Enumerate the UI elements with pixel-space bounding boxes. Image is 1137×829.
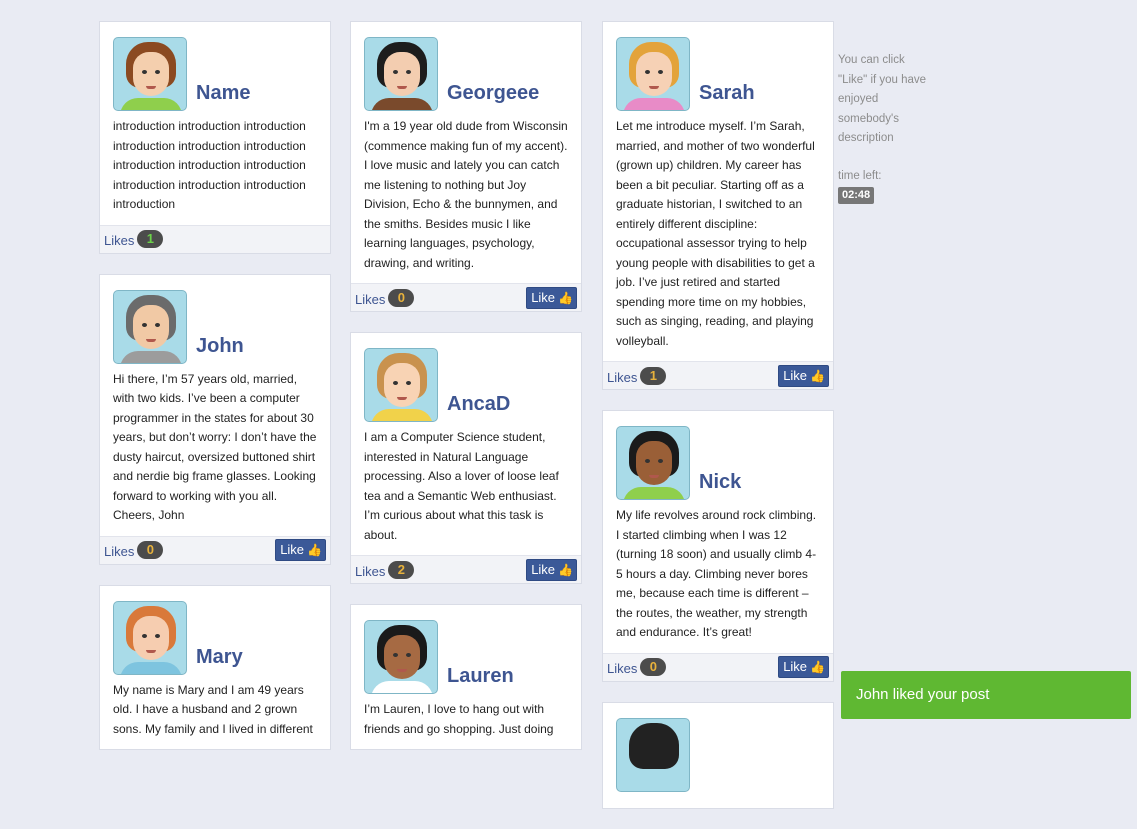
likes-label: Likes bbox=[355, 291, 386, 307]
thumbs-up-icon: 👍 bbox=[810, 660, 825, 674]
likes-count: 0 bbox=[640, 658, 667, 676]
like-button[interactable]: Like 👍 bbox=[526, 286, 577, 309]
like-button[interactable]: Like 👍 bbox=[778, 656, 829, 678]
like-button[interactable]: Like 👍 bbox=[526, 558, 577, 581]
avatar bbox=[364, 37, 438, 111]
likes-count: 0 bbox=[137, 541, 164, 559]
like-button-label: Like bbox=[783, 367, 808, 383]
post-card bbox=[602, 701, 834, 809]
column-2: Georgeee I'm a 19 year old dude from Wis… bbox=[350, 21, 582, 770]
avatar bbox=[113, 289, 187, 364]
post-author-name: Nick bbox=[699, 471, 742, 493]
post-author-name: Name bbox=[196, 82, 251, 104]
avatar bbox=[364, 620, 438, 694]
post-footer: Likes 0 Like 👍 bbox=[603, 652, 833, 681]
time-left-label: time left: bbox=[838, 169, 882, 182]
likes-label: Likes bbox=[104, 544, 135, 559]
post-author-name: Mary bbox=[196, 645, 243, 668]
post-footer: Likes 1 bbox=[100, 224, 330, 253]
post-description: I am a Computer Science student, interes… bbox=[364, 430, 559, 542]
thumbs-up-icon: 👍 bbox=[558, 562, 573, 577]
post-author-name: John bbox=[196, 334, 244, 357]
avatar bbox=[616, 37, 690, 111]
likes-count: 1 bbox=[137, 230, 164, 248]
post-card: John Hi there, I’m 57 years old, married… bbox=[99, 273, 331, 565]
avatar bbox=[616, 717, 690, 792]
likes-label: Likes bbox=[607, 661, 638, 676]
avatar bbox=[616, 426, 690, 500]
post-author-name: AncaD bbox=[447, 393, 511, 415]
avatar bbox=[113, 600, 187, 675]
post-description: Let me introduce myself. I’m Sarah, marr… bbox=[616, 119, 815, 348]
post-author-name: Lauren bbox=[447, 665, 514, 687]
post-card: Name introduction introduction introduct… bbox=[99, 21, 331, 254]
sidebar-info: You can click "Like" if you have enjoyed… bbox=[838, 51, 928, 206]
likes-label: Likes bbox=[355, 563, 386, 579]
like-button-label: Like bbox=[531, 561, 556, 577]
post-description: Hi there, I’m 57 years old, married, wit… bbox=[113, 371, 317, 523]
sidebar-hint: You can click "Like" if you have enjoyed… bbox=[838, 54, 927, 144]
post-footer: Likes 2 Like 👍 bbox=[351, 555, 581, 583]
post-description: My name is Mary and I am 49 years old. I… bbox=[113, 682, 313, 736]
likes-label: Likes bbox=[104, 233, 135, 248]
like-button-label: Like bbox=[280, 542, 305, 557]
post-description: I'm a 19 year old dude from Wisconsin (c… bbox=[364, 119, 568, 270]
post-card: Lauren I’m Lauren, I love to hang out wi… bbox=[350, 604, 582, 750]
likes-count: 0 bbox=[388, 288, 415, 307]
thumbs-up-icon: 👍 bbox=[558, 290, 573, 305]
likes-count: 1 bbox=[640, 366, 667, 385]
post-author-name: Georgeee bbox=[447, 82, 540, 104]
post-footer: Likes 0 Like 👍 bbox=[100, 535, 330, 564]
like-button[interactable]: Like 👍 bbox=[778, 364, 829, 387]
like-button[interactable]: Like 👍 bbox=[275, 539, 326, 561]
avatar bbox=[364, 348, 438, 422]
avatar bbox=[113, 37, 187, 111]
post-card: Georgeee I'm a 19 year old dude from Wis… bbox=[350, 21, 582, 312]
post-card: Nick My life revolves around rock climbi… bbox=[602, 410, 834, 682]
post-description: introduction introduction introduction i… bbox=[113, 119, 306, 211]
post-card: Mary My name is Mary and I am 49 years o… bbox=[99, 584, 331, 750]
notification-toast: John liked your post bbox=[841, 671, 1131, 719]
thumbs-up-icon: 👍 bbox=[810, 368, 825, 383]
column-1: Name introduction introduction introduct… bbox=[99, 21, 331, 770]
likes-count: 2 bbox=[388, 560, 415, 579]
like-button-label: Like bbox=[783, 659, 808, 674]
column-3: Sarah Let me introduce myself. I’m Sarah… bbox=[602, 21, 834, 829]
post-card: AncaD I am a Computer Science student, i… bbox=[350, 332, 582, 584]
post-footer: Likes 0 Like 👍 bbox=[351, 283, 581, 311]
likes-label: Likes bbox=[607, 369, 638, 385]
thumbs-up-icon: 👍 bbox=[307, 543, 322, 557]
countdown-timer: 02:48 bbox=[838, 187, 875, 204]
post-card: Sarah Let me introduce myself. I’m Sarah… bbox=[602, 21, 834, 390]
post-description: My life revolves around rock climbing. I… bbox=[616, 508, 817, 639]
post-author-name: Sarah bbox=[699, 82, 755, 104]
post-footer: Likes 1 Like 👍 bbox=[603, 361, 833, 389]
like-button-label: Like bbox=[531, 289, 556, 305]
